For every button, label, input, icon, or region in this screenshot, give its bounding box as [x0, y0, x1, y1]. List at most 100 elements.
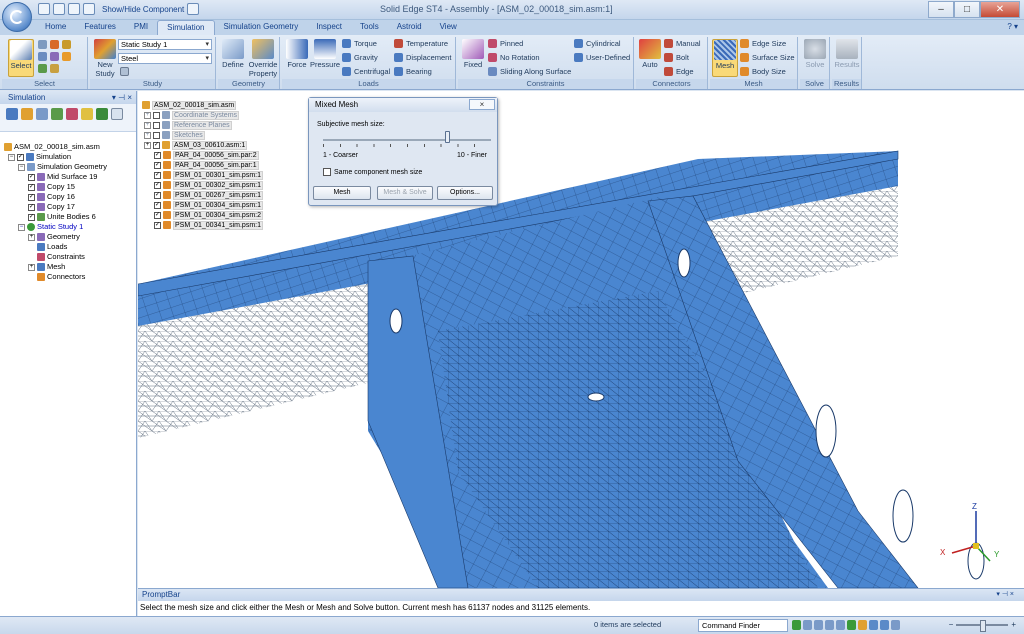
display-style-icon[interactable] [880, 620, 889, 630]
view-orient-icon[interactable] [858, 620, 867, 630]
checkbox[interactable]: ✓ [154, 201, 161, 209]
auto-button[interactable]: Auto [638, 39, 662, 69]
tree-row[interactable]: ✓ PAR_04_00056_sim.par:2 [142, 151, 263, 161]
zoom-icon[interactable] [814, 620, 823, 630]
tree-row[interactable]: + Sketches [142, 131, 263, 141]
minimize-button[interactable]: – [928, 1, 954, 18]
override-property-button[interactable]: Override Property [246, 39, 280, 78]
mesh-button[interactable]: Mesh [313, 186, 371, 200]
collapse-icon[interactable]: − [18, 163, 25, 171]
select-option-2[interactable] [38, 52, 71, 61]
tab-view[interactable]: View [431, 20, 466, 35]
tool-options-icon[interactable] [111, 108, 123, 120]
tab-home[interactable]: Home [36, 20, 75, 35]
fit-icon[interactable] [825, 620, 834, 630]
tree-row[interactable]: ✓ PSM_01_00267_sim.psm:1 [142, 191, 263, 201]
tree-item[interactable]: ✓ Unite Bodies 6 [4, 212, 136, 222]
save-icon[interactable] [38, 3, 50, 15]
select-option-3[interactable] [38, 64, 59, 73]
tree-row[interactable]: ASM_02_00018_sim.asm [142, 101, 263, 111]
material-combo[interactable]: Steel [118, 53, 212, 64]
checkbox[interactable]: ✓ [153, 141, 160, 149]
bearing-button[interactable]: Bearing [394, 67, 432, 76]
graphics-viewport[interactable]: Z Y X ASM_02_00018_sim.asm + Coordinate S… [138, 91, 1024, 588]
zoom-area-icon[interactable] [803, 620, 812, 630]
checkbox[interactable] [153, 111, 160, 119]
application-button[interactable] [2, 2, 32, 32]
expand-icon[interactable]: + [144, 111, 151, 119]
expand-icon[interactable]: + [28, 263, 35, 271]
tool-result-icon[interactable] [96, 108, 108, 120]
tab-features[interactable]: Features [75, 20, 125, 35]
tree-row[interactable]: ✓ PAR_04_00056_sim.par:1 [142, 161, 263, 171]
user-defined-button[interactable]: User-Defined [574, 53, 630, 62]
mesh-size-slider-track[interactable] [323, 139, 491, 141]
prompt-bar-controls[interactable]: ▾ ⊣ × [996, 589, 1014, 601]
tool-constraint-icon[interactable] [66, 108, 78, 120]
tree-row[interactable]: ✓ PSM_01_00304_sim.psm:1 [142, 201, 263, 211]
checkbox[interactable]: ✓ [17, 153, 24, 161]
show-hide-icon[interactable] [83, 3, 95, 15]
help-icon[interactable]: ? ▾ [1007, 22, 1018, 31]
tab-tools[interactable]: Tools [351, 20, 388, 35]
checkbox[interactable]: ✓ [28, 203, 35, 211]
expand-icon[interactable]: + [144, 131, 151, 139]
zoom-in-icon[interactable]: + [1011, 620, 1016, 629]
checkbox[interactable]: ✓ [154, 221, 161, 229]
tree-item[interactable]: + Geometry [4, 232, 136, 242]
tree-item[interactable]: Connectors [4, 272, 136, 282]
no-rotation-button[interactable]: No Rotation [488, 53, 540, 62]
tree-item[interactable]: − Simulation Geometry [4, 162, 136, 172]
panel-controls[interactable]: ▾ ⊣ × [112, 91, 132, 104]
select-option-1[interactable] [38, 40, 71, 49]
checkbox[interactable] [153, 131, 160, 139]
checkbox[interactable] [153, 121, 160, 129]
tree-row[interactable]: + Reference Planes [142, 121, 263, 131]
manual-button[interactable]: Manual [664, 39, 701, 48]
tree-item[interactable]: ✓ Mid Surface 19 [4, 172, 136, 182]
new-study-button[interactable]: New Study [92, 39, 118, 78]
torque-button[interactable]: Torque [342, 39, 377, 48]
checkbox[interactable]: ✓ [28, 213, 35, 221]
same-mesh-size-checkbox[interactable] [323, 168, 331, 176]
bolt-button[interactable]: Bolt [664, 53, 689, 62]
pan-icon[interactable] [836, 620, 845, 630]
gravity-button[interactable]: Gravity [342, 53, 378, 62]
collapse-icon[interactable]: − [8, 153, 15, 161]
qat-show-hide-label[interactable]: Show/Hide Component [102, 5, 184, 14]
tool-load-icon[interactable] [51, 108, 63, 120]
tool-geometry-icon[interactable] [36, 108, 48, 120]
tab-astroid[interactable]: Astroid [388, 20, 431, 35]
tree-item[interactable]: ASM_02_00018_sim.asm [4, 142, 136, 152]
checkbox[interactable]: ✓ [28, 173, 35, 181]
tool-part-icon[interactable] [21, 108, 33, 120]
shading-icon[interactable] [869, 620, 878, 630]
tree-row[interactable]: ✓ PSM_01_00341_sim.psm:1 [142, 221, 263, 231]
rotate-icon[interactable] [847, 620, 856, 630]
zoom-slider[interactable] [956, 619, 1009, 632]
checkbox[interactable]: ✓ [28, 183, 35, 191]
tree-item[interactable]: − ✓ Simulation [4, 152, 136, 162]
tool-mesh-icon[interactable] [81, 108, 93, 120]
cylindrical-button[interactable]: Cylindrical [574, 39, 621, 48]
tab-simulation[interactable]: Simulation [157, 20, 215, 35]
tab-inspect[interactable]: Inspect [307, 20, 351, 35]
tree-row[interactable]: + Coordinate Systems [142, 111, 263, 121]
tree-item[interactable]: − Static Study 1 [4, 222, 136, 232]
section-icon[interactable] [891, 620, 900, 630]
body-size-button[interactable]: Body Size [740, 67, 786, 76]
centrifugal-button[interactable]: Centrifugal [342, 67, 390, 76]
mesh-button[interactable]: Mesh [712, 39, 738, 77]
tree-item[interactable]: ✓ Copy 17 [4, 202, 136, 212]
refresh-icon[interactable] [792, 620, 801, 630]
checkbox[interactable]: ✓ [154, 191, 161, 199]
solve-button[interactable]: Solve [802, 39, 828, 69]
pinned-button[interactable]: Pinned [488, 39, 523, 48]
checkbox[interactable]: ✓ [154, 161, 161, 169]
expand-icon[interactable]: + [144, 121, 151, 129]
surface-size-button[interactable]: Surface Size [740, 53, 795, 62]
command-finder-input[interactable]: Command Finder [698, 619, 788, 632]
tree-item[interactable]: + Mesh [4, 262, 136, 272]
define-button[interactable]: Define [220, 39, 246, 69]
tool-study-icon[interactable] [6, 108, 18, 120]
